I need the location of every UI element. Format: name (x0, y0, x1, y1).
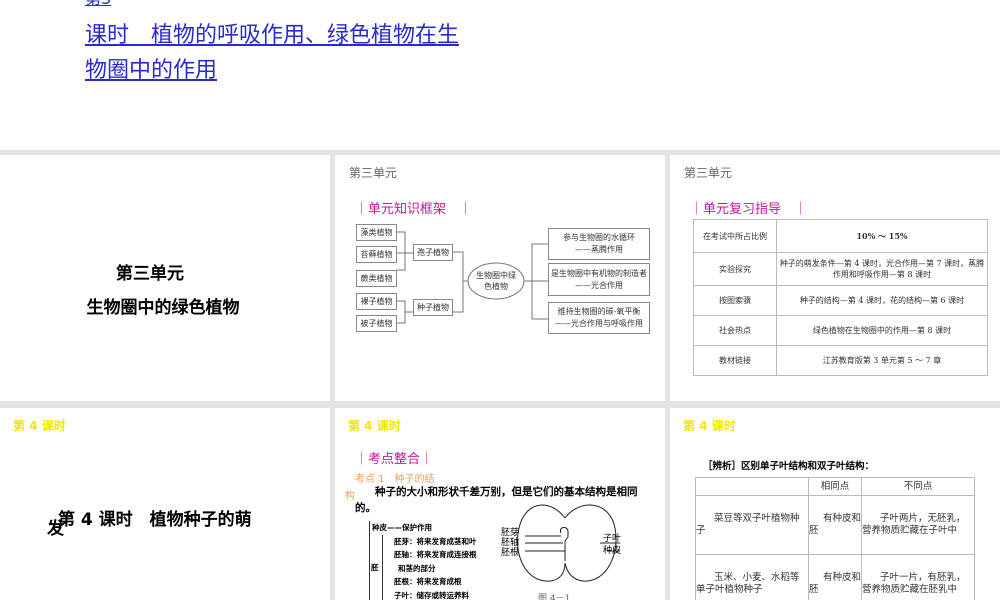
cell: 种子的萌发条件—第 4 课时，光合作用—第 7 课时，蒸腾作用和呼吸作用—第 8… (776, 252, 988, 286)
section-heading: ｜考点整合｜ (355, 452, 434, 467)
slide-title: 第三单元 (116, 264, 184, 284)
embryo-group: 胚芽：将来发育成茎和叶 胚轴：将来发育成连接根 和茎的部分 胚根：将来发育成根 … (382, 534, 477, 600)
lesson-tag: 第 4 课时 (13, 419, 66, 433)
comparison-table: 相同点 不同点 菜豆等双子叶植物种子 有种皮和胚 子叶两片，无胚乳，营养物质贮藏在子叶… (695, 477, 975, 600)
outline-item: 子叶：储存或转运养料 (394, 590, 469, 600)
cell: 玉米、小麦、水稻等单子叶植物种子 (695, 554, 809, 600)
lesson-tag: 第 4 课时 (348, 419, 401, 433)
box-function-2: 是生物圈中有机物的制造者 ——光合作用 (548, 263, 650, 296)
header-cell: 相同点 (808, 477, 862, 496)
review-table: 在考试中所占比例 10% ～ 15% 实验探究 种子的萌发条件—第 4 课时，光合作… (693, 219, 988, 376)
cell: 在考试中所占比例 (693, 219, 777, 253)
slide-thumbnail-4[interactable]: 第 4 课时 第 4 课时 植物种子的萌 发 (0, 408, 330, 600)
line: 是生物圈中有机物的制造者 (551, 268, 647, 278)
cell: 教材链接 (693, 345, 777, 376)
cell: 绿色植物在生物圈中的作用—第 8 课时 (776, 315, 988, 346)
cell: 按图索骥 (693, 285, 777, 316)
cell: 10% ～ 15% (776, 219, 988, 253)
line: ——光合作用 (575, 280, 623, 290)
lesson-link-part2[interactable]: 课时 植物的呼吸作用、绿色植物在生 (85, 19, 459, 53)
slide-thumbnail-5[interactable]: 第 4 课时 ｜考点整合｜ 考点 1 种子的结 构 种子的大小和形状千差万别，但… (335, 408, 665, 600)
line: 参与生物圈的水循环 (563, 233, 635, 242)
analysis-heading: ［辨析］区别单子叶结构和双子叶结构： (703, 461, 875, 472)
figure-caption: 图 4－1 (538, 594, 571, 600)
slide-thumbnail-6[interactable]: 第 4 课时 ［辨析］区别单子叶结构和双子叶结构： 相同点 不同点 菜豆等双子叶植… (670, 408, 1000, 600)
box-moss: 苔藓植物 (356, 246, 397, 263)
section-heading: ｜单元复习指导 ｜ (690, 202, 808, 217)
top-area: 第3 课时 植物的呼吸作用、绿色植物在生 物圈中的作用 (0, 0, 1000, 150)
lesson-link-part3[interactable]: 物圈中的作用 (85, 54, 217, 88)
box-gymnosperm: 裸子植物 (356, 293, 397, 310)
outline-item: 胚根：将来发育成根 (394, 577, 462, 586)
box-algae: 藻类植物 (356, 224, 397, 241)
cell: 种子的结构—第 4 课时，花的结构—第 6 课时 (776, 285, 988, 316)
cell: 菜豆等双子叶植物种子 (695, 495, 809, 555)
figure-labels-left: 胚芽 胚轴 胚根 (501, 528, 519, 558)
label-plumule: 胚芽 (501, 528, 520, 538)
cell: 实验探究 (693, 252, 777, 286)
header-cell (695, 477, 809, 496)
box-seed-plants: 种子植物 (413, 299, 453, 316)
box-spore-plants: 孢子植物 (413, 244, 453, 261)
cell: 有种皮和胚 (808, 554, 862, 600)
header-cell: 不同点 (861, 477, 975, 496)
box-function-1: 参与生物圈的水循环 ——蒸腾作用 (548, 228, 650, 260)
box-fern: 蕨类植物 (356, 270, 397, 287)
cell: 江苏教育版第 3 单元第 5 ～ 7 章 (776, 345, 988, 376)
label-cotyledon: 子叶 (603, 534, 622, 544)
figure-labels-right: 子叶 种皮 (603, 533, 621, 557)
box-function-3: 维持生物圈的碳-氧平衡 ——光合作用与呼吸作用 (548, 302, 650, 334)
lesson-tag: 第 4 课时 (683, 419, 736, 433)
line: ——光合作用与呼吸作用 (555, 319, 643, 328)
line: 维持生物圈的碳-氧平衡 (557, 307, 641, 316)
cell: 子叶两片，无胚乳，营养物质贮藏在子叶中 (861, 495, 975, 555)
slide-subtitle: 生物圈中的绿色植物 (86, 298, 240, 318)
unit-label: 第三单元 (684, 166, 733, 180)
structure-outline: 种皮——保护作用 胚芽：将来发育成茎和叶 胚轴：将来发育成连接根 和茎的部分 胚… (369, 521, 477, 600)
point-label: 考点 1 种子的结 (355, 474, 435, 485)
outline-item: 胚芽：将来发育成茎和叶 (394, 536, 477, 546)
outline-item: 和茎的部分 (398, 563, 436, 573)
slide-thumbnail-2[interactable]: 第三单元 ｜单元知识框架 ｜ 藻类植物 苔藓植物 蕨类植物 裸子植物 被子植物 … (335, 155, 665, 401)
outline-item: 胚轴：将来发育成连接根 (394, 550, 477, 559)
label-radicle: 胚根 (501, 548, 520, 558)
cell: 子叶一片，有胚乳，营养物质贮藏在胚乳中 (861, 554, 975, 600)
cell: 社会热点 (693, 315, 777, 346)
slide-title: 第 4 课时 植物种子的萌 (58, 510, 252, 530)
outline-item: 种皮——保护作用 (372, 523, 432, 532)
cell: 有种皮和胚 (808, 495, 862, 555)
slide-thumbnail-3[interactable]: 第三单元 ｜单元复习指导 ｜ 在考试中所占比例 10% ～ 15% 实验探究 种子的… (670, 155, 1000, 401)
embryo-label: 胚 (371, 563, 379, 572)
line: ——蒸腾作用 (575, 245, 623, 254)
label-seed-coat: 种皮 (603, 546, 622, 556)
label-hypocotyl: 胚轴 (501, 538, 520, 548)
center-node: 生物圈中绿色植物 (476, 271, 516, 291)
box-angiosperm: 被子植物 (356, 315, 397, 332)
point-label-tail: 构 (345, 491, 355, 502)
slide-thumbnail-1[interactable]: 第三单元 生物圈中的绿色植物 (0, 155, 330, 401)
slide-title-tail: 发 (47, 519, 64, 539)
lesson-link-part1[interactable]: 第3 (85, 0, 111, 16)
